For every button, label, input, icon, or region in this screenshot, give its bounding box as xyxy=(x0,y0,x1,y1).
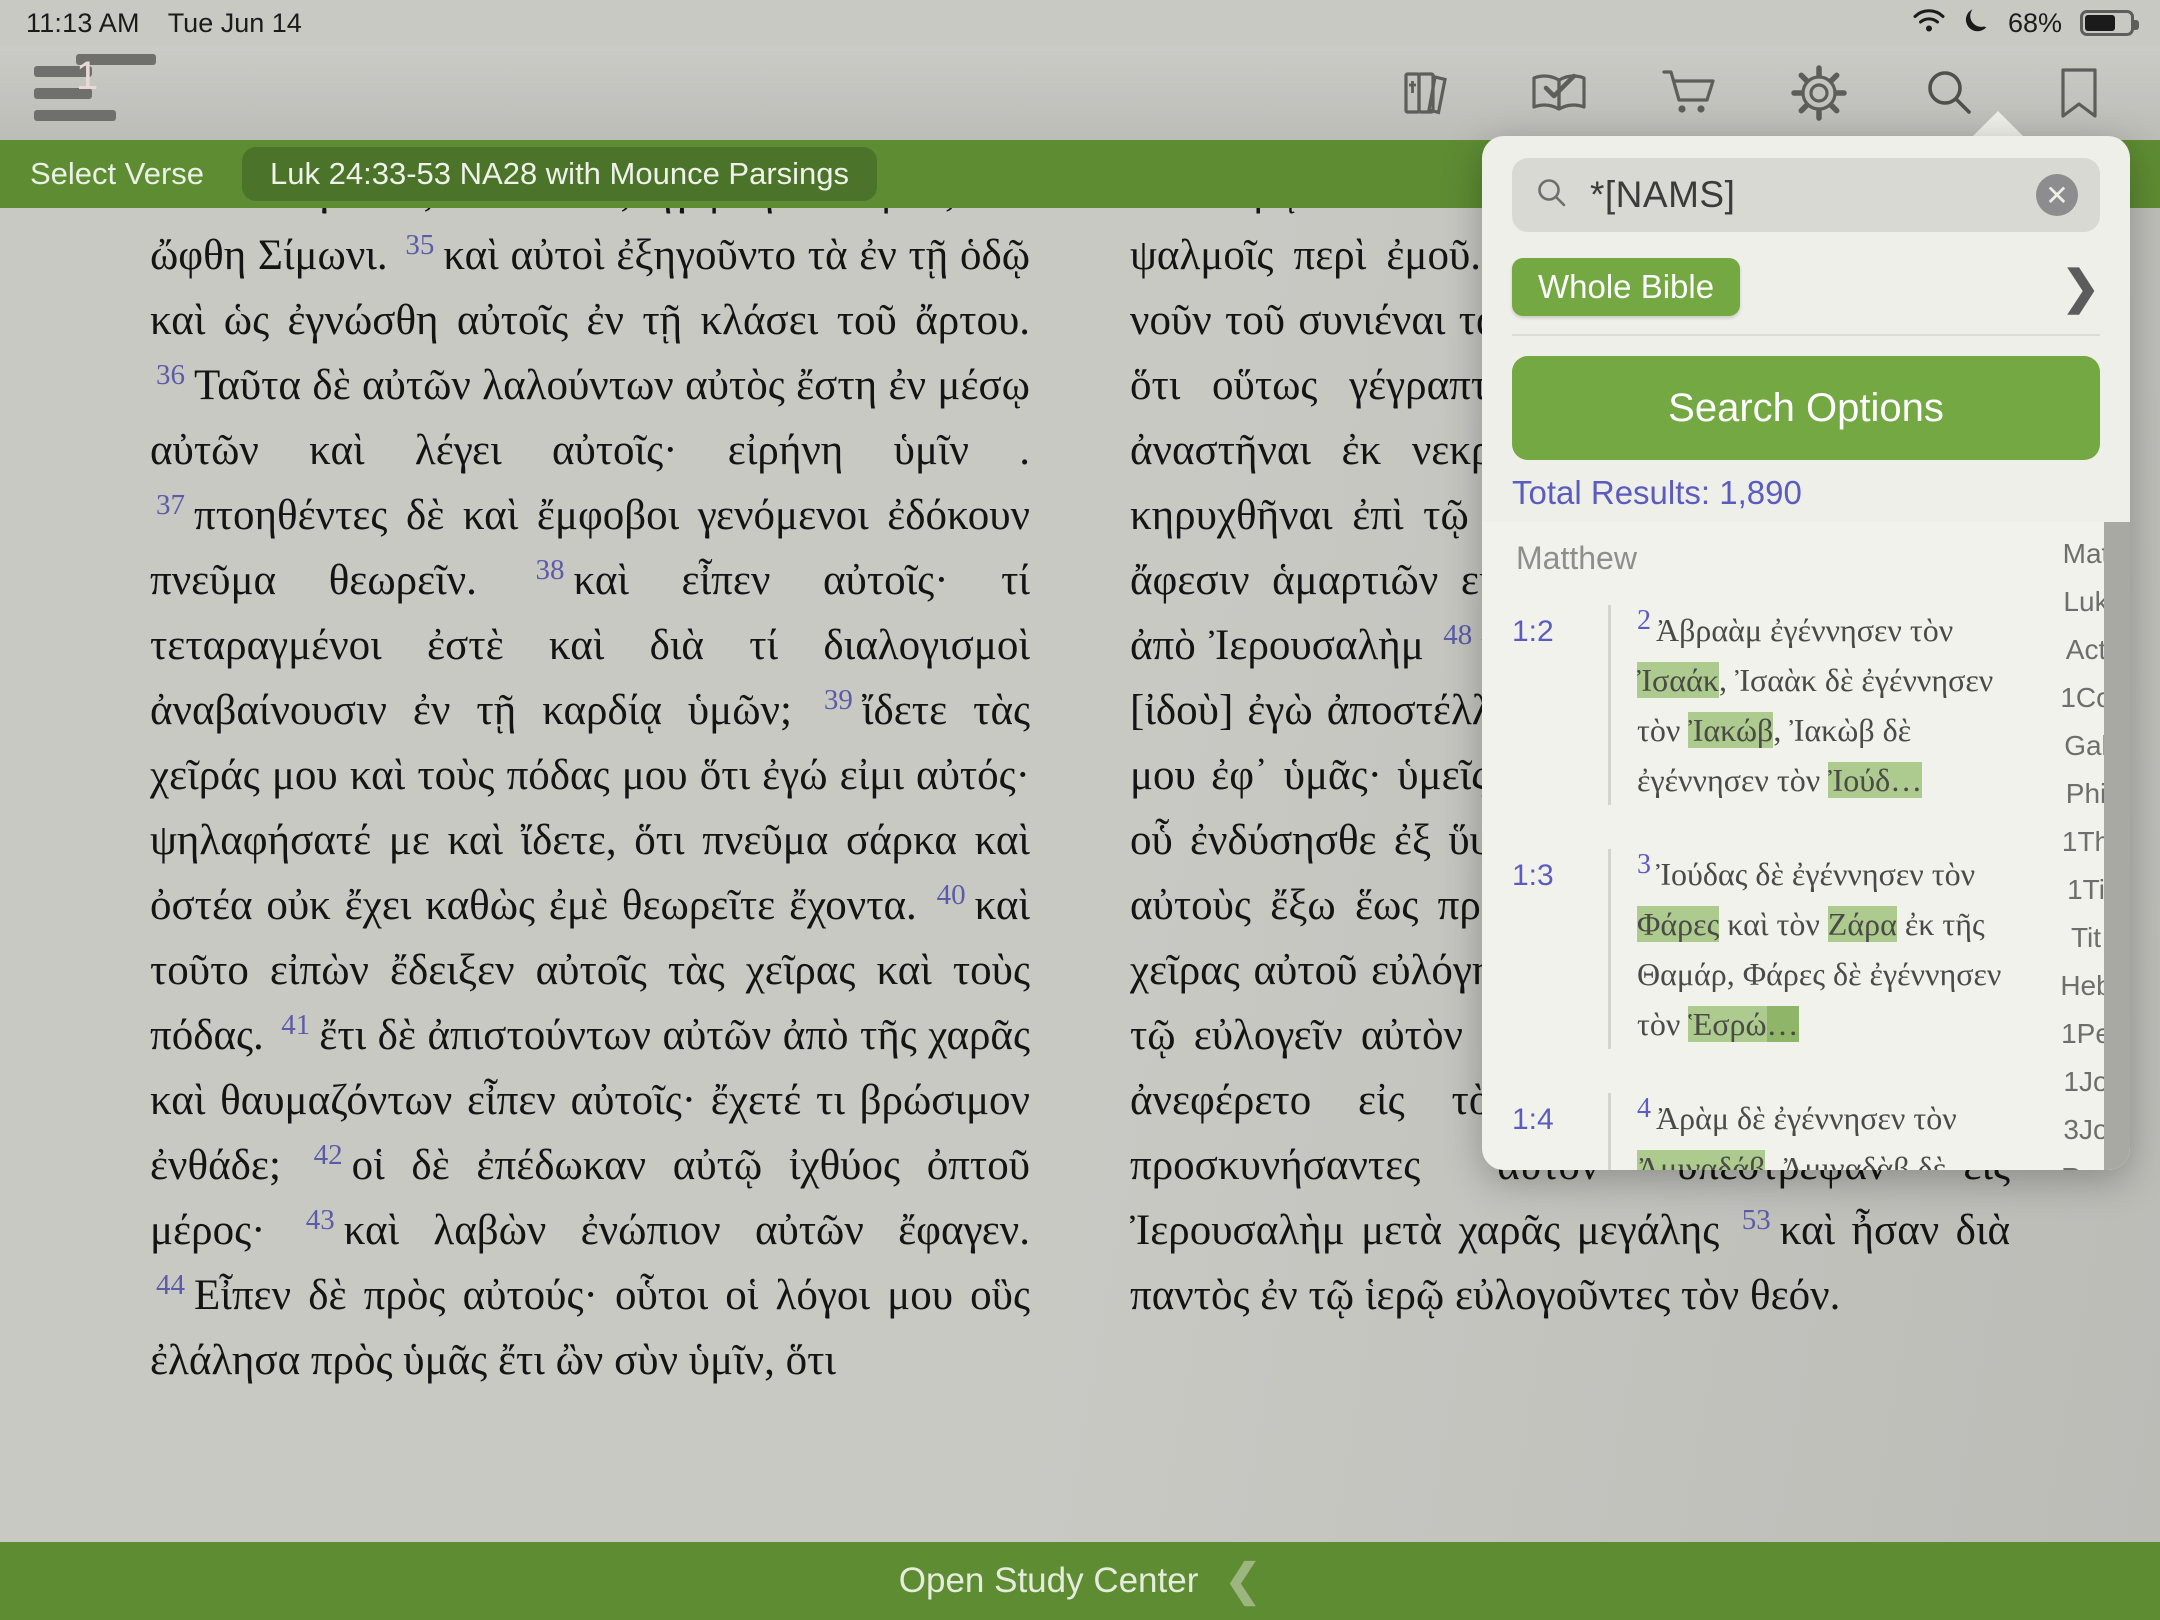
study-center-bar[interactable]: Open Study Center ❮ xyxy=(0,1542,2160,1620)
result-highlight: Ζάρα xyxy=(1827,906,1897,942)
search-result-row[interactable]: 1:3 3 Ἰούδας δὲ ἐγέννησεν τὸν Φάρες καὶ τὸ… xyxy=(1482,827,2038,1071)
result-highlight: Ἀμιναδάβ xyxy=(1637,1150,1766,1170)
verse-number[interactable]: 44 xyxy=(150,1269,194,1301)
moon-icon xyxy=(1964,6,1990,41)
top-toolbar: 1 xyxy=(0,46,2160,140)
greek-text-left: 34λέγοντας ὅτι ὄντως ἠγέρθη ὁ κύριος καὶ… xyxy=(150,208,1030,1393)
search-results-area[interactable]: Matthew 1:2 2 Ἀβραὰμ ἐγέννησεν τὸν Ἰσαάκ, … xyxy=(1482,522,2130,1170)
status-bar: 11:13 AM Tue Jun 14 68% xyxy=(0,0,2160,46)
book-index-item[interactable]: Tit xyxy=(2071,922,2101,954)
verse-number[interactable]: 41 xyxy=(275,1009,319,1041)
app-root: 11:13 AM Tue Jun 14 68% 1 xyxy=(0,0,2160,1620)
verse-number[interactable]: 38 xyxy=(530,554,574,586)
book-index-item[interactable]: Mat xyxy=(2063,538,2110,570)
scope-pill-whole-bible[interactable]: Whole Bible xyxy=(1512,258,1741,316)
verse-number[interactable]: 39 xyxy=(818,684,862,716)
verse-number[interactable]: 48 xyxy=(1437,619,1481,651)
result-plain: Ἀρὰμ δὲ ἐγέννησεν τὸν xyxy=(1656,1100,1957,1136)
result-text: 2 Ἀβραὰμ ἐγέννησεν τὸν Ἰσαάκ, Ἰσαὰκ δὲ ἐγ… xyxy=(1637,605,2030,805)
status-date: Tue Jun 14 xyxy=(167,7,302,38)
search-icon xyxy=(1534,175,1570,216)
book-index-item[interactable]: Phi xyxy=(2066,778,2106,810)
search-popover-header: *[NAMS] ✕ Whole Bible ❯ Search Options T… xyxy=(1482,136,2130,522)
verse-number[interactable]: 37 xyxy=(150,489,194,521)
results-book-heading: Matthew xyxy=(1516,540,1637,576)
result-plain: καὶ τὸν xyxy=(1719,906,1828,942)
open-study-center-label: Open Study Center xyxy=(898,1561,1199,1600)
status-right-cluster: 68% xyxy=(1912,6,2139,41)
verse-text[interactable]: Ταῦτα δὲ αὐτῶν λαλούντων αὐτὸς ἔστη ἐν μ… xyxy=(150,362,1030,474)
text-column-left: 34λέγοντας ὅτι ὄντως ἠγέρθη ὁ κύριος καὶ… xyxy=(150,208,1030,1393)
result-body: 3 Ἰούδας δὲ ἐγέννησεν τὸν Φάρες καὶ τὸν Ζ… xyxy=(1608,849,2030,1049)
results-container: 1:2 2 Ἀβραὰμ ἐγέννησεν τὸν Ἰσαάκ, Ἰσαὰκ δὲ… xyxy=(1482,583,2038,1170)
menu-badge: 1 xyxy=(76,54,156,98)
bookmark-icon[interactable] xyxy=(2046,60,2112,126)
result-highlight: Ἰούδ… xyxy=(1828,762,1923,798)
gear-icon[interactable] xyxy=(1786,60,1852,126)
chevron-right-icon[interactable]: ❯ xyxy=(2061,264,2100,310)
result-reference: 1:4 xyxy=(1512,1103,1554,1136)
book-index-item[interactable]: Gal xyxy=(2064,730,2108,762)
total-results-label: Total Results: 1,890 xyxy=(1512,474,1802,511)
result-highlight: … xyxy=(1766,1006,1799,1042)
verse-number[interactable]: 42 xyxy=(308,1139,352,1171)
verse-text[interactable]: Εἶπεν δὲ πρὸς αὐτούς· οὗτοι οἱ λόγοι μου… xyxy=(150,1272,1030,1384)
select-verse-label[interactable]: Select Verse xyxy=(30,156,204,192)
toolbar-icon-group xyxy=(1396,60,2160,126)
result-reference: 1:2 xyxy=(1512,615,1554,648)
result-highlight: Ἰσαάκ xyxy=(1637,662,1719,698)
results-scrollbar[interactable] xyxy=(2104,522,2130,1170)
search-result-row[interactable]: 1:2 2 Ἀβραὰμ ἐγέννησεν τὸν Ἰσαάκ, Ἰσαὰκ δὲ… xyxy=(1482,583,2038,827)
book-index-item[interactable]: Act xyxy=(2066,634,2106,666)
book-index-item[interactable]: Luk xyxy=(2063,586,2108,618)
search-input[interactable]: *[NAMS] ✕ xyxy=(1512,158,2100,232)
result-reference: 1:3 xyxy=(1512,859,1554,892)
open-book-check-icon[interactable] xyxy=(1526,60,1592,126)
current-reference-pill[interactable]: Luk 24:33-53 NA28 with Mounce Parsings xyxy=(242,147,878,201)
result-verse-number: 4 xyxy=(1637,1093,1651,1125)
verse-number[interactable]: 53 xyxy=(1736,1204,1780,1236)
search-results-list: Matthew 1:2 2 Ἀβραὰμ ἐγέννησεν τὸν Ἰσαάκ, … xyxy=(1482,522,2042,1170)
search-scope-row[interactable]: Whole Bible ❯ xyxy=(1512,258,2100,336)
result-highlight: Ἑσρώ xyxy=(1688,1006,1767,1042)
search-query-value[interactable]: *[NAMS] xyxy=(1590,174,2016,216)
wifi-icon xyxy=(1912,7,1946,40)
menu-button[interactable]: 1 xyxy=(34,54,156,124)
book-index-item[interactable]: 1Ti xyxy=(2067,874,2105,906)
library-books-icon[interactable] xyxy=(1396,60,1462,126)
result-text: 3 Ἰούδας δὲ ἐγέννησεν τὸν Φάρες καὶ τὸν Ζ… xyxy=(1637,849,2030,1049)
result-verse-number: 2 xyxy=(1637,605,1651,637)
book-index-item[interactable]: 3Jo xyxy=(2063,1114,2108,1146)
verse-text[interactable]: καὶ λαβὼν ἐνώπιον αὐτῶν ἔφαγεν. xyxy=(344,1207,1030,1254)
verse-number[interactable]: 40 xyxy=(931,879,975,911)
chevron-left-icon: ❮ xyxy=(1224,1556,1262,1605)
status-time: 11:13 AM xyxy=(26,7,140,38)
result-body: 2 Ἀβραὰμ ἐγέννησεν τὸν Ἰσαάκ, Ἰσαὰκ δὲ ἐγ… xyxy=(1608,605,2030,805)
result-body: 4 Ἀρὰμ δὲ ἐγέννησεν τὸν Ἀμιναδάβ, Ἀμιναδὰ… xyxy=(1608,1093,2030,1170)
result-highlight: Ἰακώβ xyxy=(1688,712,1774,748)
shopping-cart-icon[interactable] xyxy=(1656,60,1722,126)
book-index-item[interactable]: 1Jo xyxy=(2063,1066,2108,1098)
result-highlight: Φάρες xyxy=(1637,906,1720,942)
search-options-button[interactable]: Search Options xyxy=(1512,356,2100,460)
result-plain: Ἰούδας δὲ ἐγέννησεν τὸν xyxy=(1656,856,1976,892)
result-verse-number: 3 xyxy=(1637,849,1651,881)
battery-icon xyxy=(2080,10,2139,36)
result-text: 4 Ἀρὰμ δὲ ἐγέννησεν τὸν Ἀμιναδάβ, Ἀμιναδὰ… xyxy=(1637,1093,2030,1170)
book-index-item[interactable]: 1Th xyxy=(2062,826,2110,858)
verse-number[interactable]: 43 xyxy=(300,1204,344,1236)
search-popover: *[NAMS] ✕ Whole Bible ❯ Search Options T… xyxy=(1482,136,2130,1170)
verse-number[interactable]: 36 xyxy=(150,359,194,391)
battery-percent: 68% xyxy=(2007,7,2062,38)
close-circle-icon[interactable]: ✕ xyxy=(2036,174,2078,216)
result-plain: Ἀβραὰμ ἐγέννησεν τὸν xyxy=(1656,612,1954,648)
search-result-row[interactable]: 1:4 4 Ἀρὰμ δὲ ἐγέννησεν τὸν Ἀμιναδάβ, Ἀμιν… xyxy=(1482,1071,2038,1170)
verse-number[interactable]: 35 xyxy=(399,229,443,261)
